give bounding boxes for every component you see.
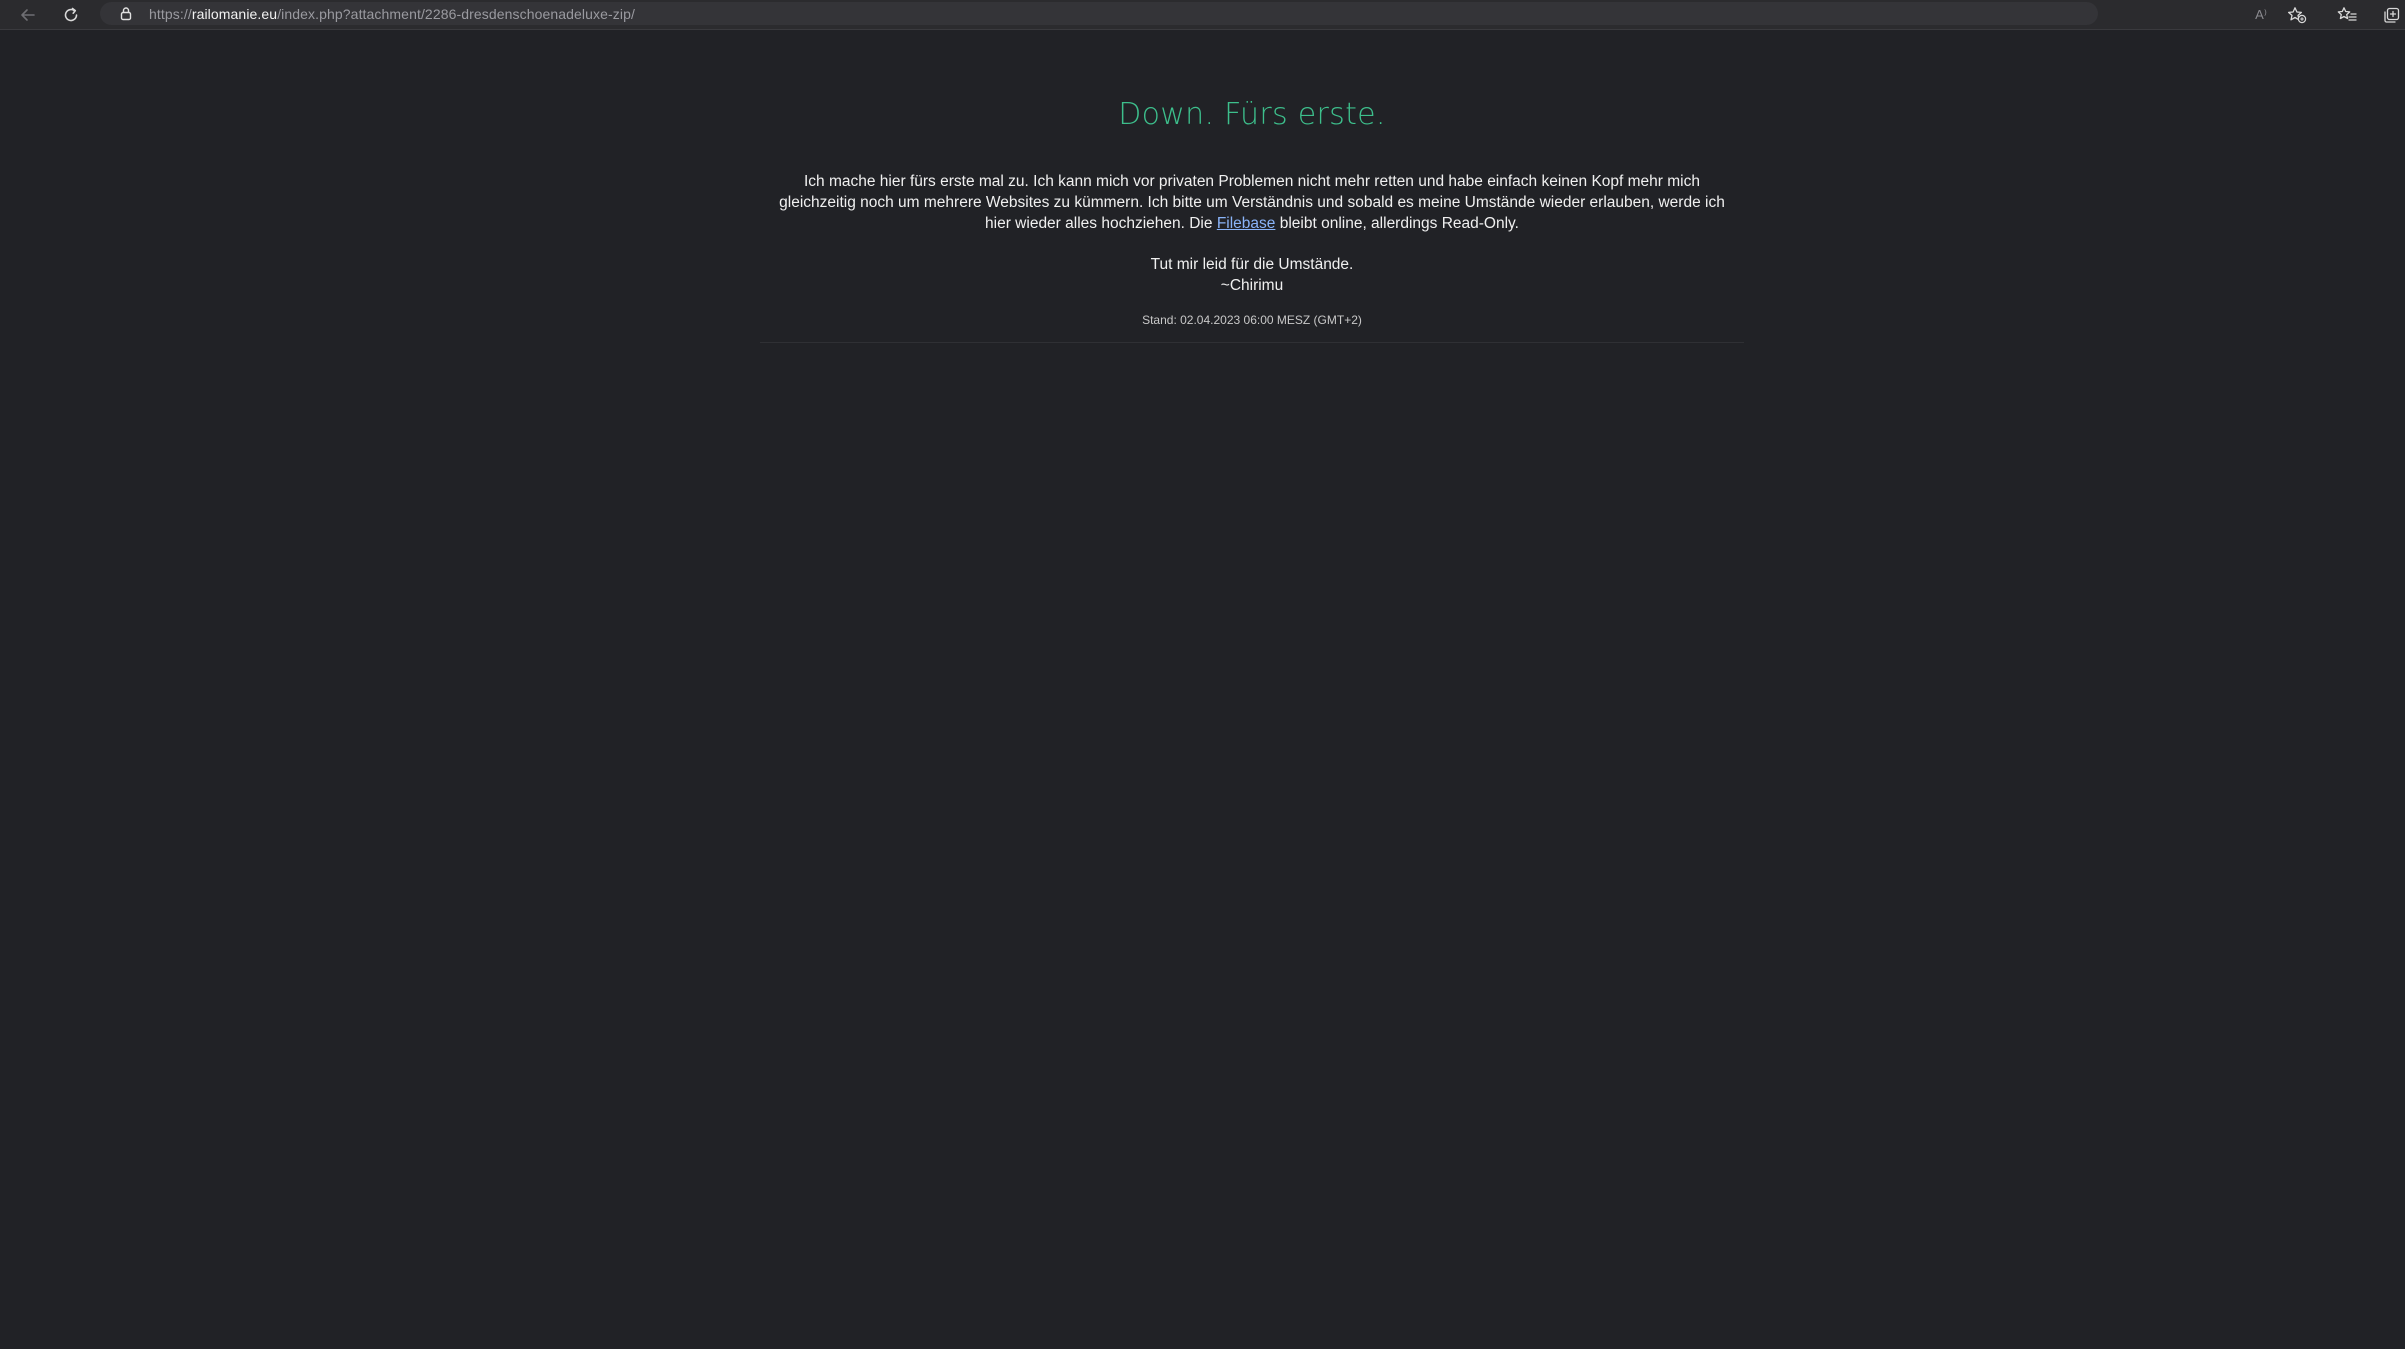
apology-text: Tut mir leid für die Umstände. xyxy=(1150,256,1354,273)
url-path: /index.php?attachment/2286-dresdenschoen… xyxy=(277,6,635,22)
read-aloud-button[interactable]: A⁾ xyxy=(2243,0,2279,29)
url-text[interactable]: https://railomanie.eu/index.php?attachme… xyxy=(149,6,635,22)
url-host: railomanie.eu xyxy=(191,6,278,22)
star-add-icon xyxy=(2287,6,2307,23)
page-title: Down. Fürs erste. xyxy=(1118,97,1386,132)
apology-block: Tut mir leid für die Umstände. ~Chirimu xyxy=(760,254,1744,296)
maintenance-message: Ich mache hier fürs erste mal zu. Ich ka… xyxy=(766,171,1738,234)
signature: ~Chirimu xyxy=(1220,277,1284,294)
read-aloud-icon: A⁾ xyxy=(2255,6,2267,22)
collections-button[interactable] xyxy=(2375,0,2405,29)
back-arrow-icon xyxy=(21,8,35,21)
address-bar[interactable]: https://railomanie.eu/index.php?attachme… xyxy=(100,2,2098,25)
filebase-link[interactable]: Filebase xyxy=(1217,215,1276,232)
refresh-button[interactable] xyxy=(53,0,89,29)
back-button[interactable] xyxy=(10,0,46,29)
divider xyxy=(760,342,1744,343)
favorites-list-icon xyxy=(2337,6,2357,21)
status-timestamp: Stand: 02.04.2023 06:00 MESZ (GMT+2) xyxy=(1142,313,1362,327)
browser-toolbar: https://railomanie.eu/index.php?attachme… xyxy=(0,0,2405,30)
message-text-part2: bleibt online, allerdings Read-Only. xyxy=(1275,215,1519,232)
refresh-icon xyxy=(64,7,78,21)
add-favorite-button[interactable] xyxy=(2279,0,2315,29)
url-scheme: https:// xyxy=(149,6,192,22)
favorites-button[interactable] xyxy=(2329,0,2365,29)
lock-icon[interactable] xyxy=(119,6,133,25)
collections-icon xyxy=(2384,7,2400,23)
